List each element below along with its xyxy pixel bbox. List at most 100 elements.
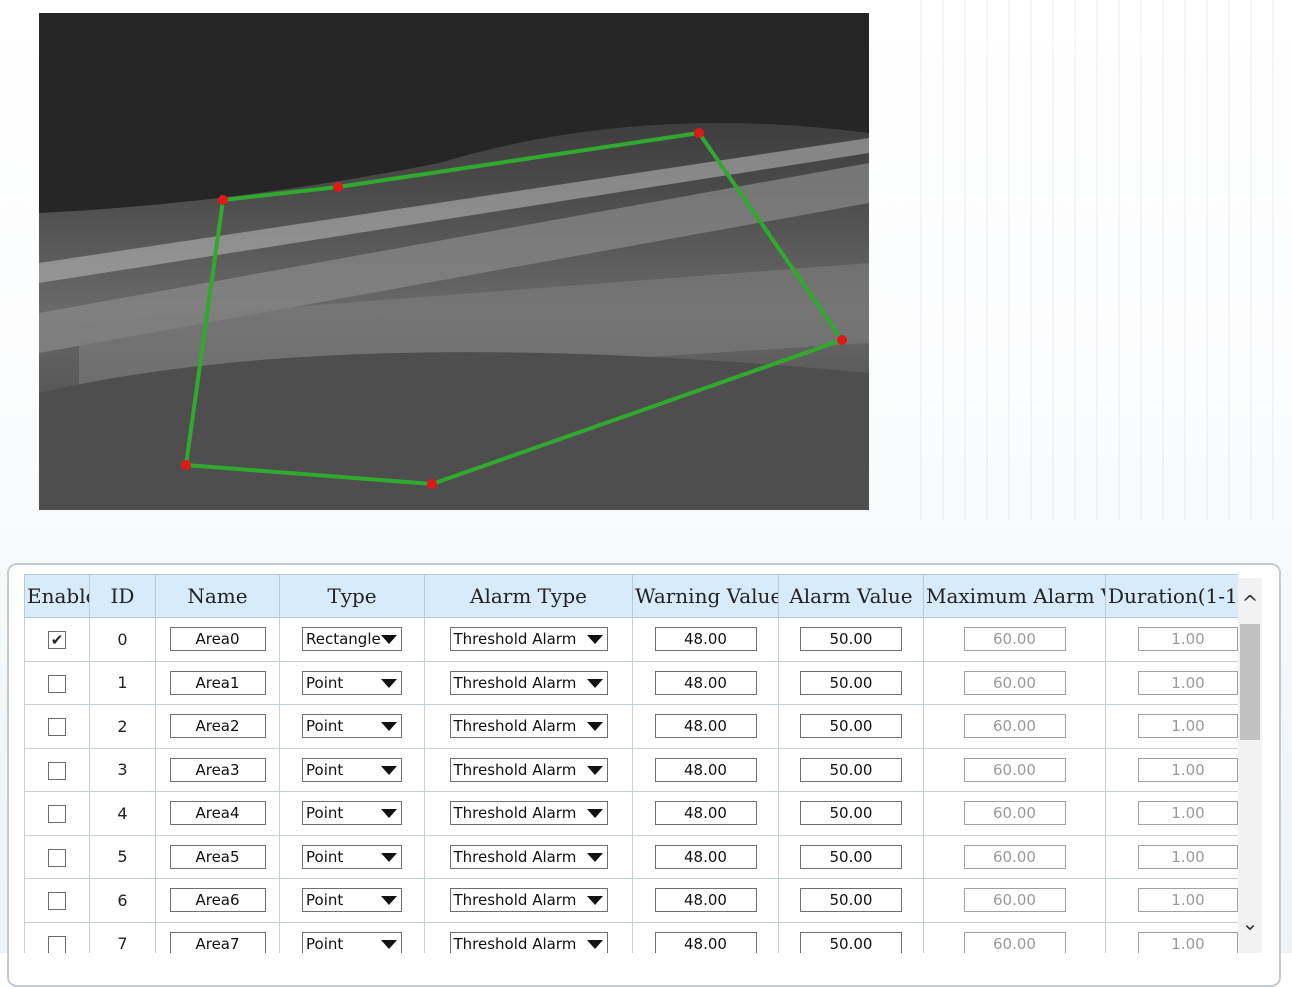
warning-value-input[interactable]: 48.00 <box>654 627 757 652</box>
enable-checkbox[interactable] <box>48 935 66 953</box>
name-cell: Area2 <box>155 704 280 749</box>
alarm-type-select[interactable]: Threshold Alarm <box>449 931 608 953</box>
warning-value-cell: 48.00 <box>632 791 779 836</box>
alarm-value-cell: 50.00 <box>778 617 924 662</box>
name-input[interactable]: Area1 <box>169 670 266 695</box>
alarm-type-select[interactable]: Threshold Alarm <box>449 888 608 913</box>
alarm-type-cell: Threshold Alarm <box>424 617 633 662</box>
duration-cell: 1.00 <box>1105 660 1238 705</box>
duration-input: 1.00 <box>1138 757 1238 782</box>
table-row: 3 Area3 Point Threshold Alarm 48.00 50.00 60.0… <box>24 747 1238 792</box>
enable-checkbox[interactable]: ✔ <box>48 631 66 649</box>
warning-value-input[interactable]: 48.00 <box>654 670 757 695</box>
enable-checkbox[interactable] <box>48 718 66 736</box>
enable-checkbox[interactable] <box>48 674 66 693</box>
alarm-type-cell: Threshold Alarm <box>424 878 633 923</box>
type-select[interactable]: Rectangle <box>302 627 402 652</box>
type-cell: Point <box>279 921 425 953</box>
warning-value-input[interactable]: 48.00 <box>654 844 757 869</box>
alarm-type-select[interactable]: Threshold Alarm <box>449 844 608 869</box>
name-input[interactable]: Area2 <box>169 714 266 739</box>
dropdown-arrow-icon <box>381 635 397 645</box>
type-cell: Point <box>279 791 425 836</box>
duration-cell: 1.00 <box>1105 791 1238 836</box>
type-select[interactable]: Point <box>302 757 402 782</box>
alarm-type-select[interactable]: Threshold Alarm <box>449 757 608 782</box>
dropdown-arrow-icon <box>586 939 603 949</box>
type-select[interactable]: Point <box>302 931 402 953</box>
header-type: Type <box>279 574 425 618</box>
warning-value-cell: 48.00 <box>632 617 779 662</box>
dropdown-arrow-icon <box>381 939 397 949</box>
alarm-value-input[interactable]: 50.00 <box>800 757 902 782</box>
id-cell: 1 <box>89 660 156 705</box>
alarm-value-cell: 50.00 <box>778 791 924 836</box>
table-scrollbar[interactable]: ^ ⌄ <box>1238 578 1262 953</box>
alarm-type-select[interactable]: Threshold Alarm <box>449 801 608 826</box>
warning-value-input[interactable]: 48.00 <box>654 714 757 739</box>
max-alarm-value-cell: 60.00 <box>923 834 1106 879</box>
alarm-type-select[interactable]: Threshold Alarm <box>449 670 608 695</box>
name-cell: Area6 <box>155 878 280 923</box>
alarm-value-input[interactable]: 50.00 <box>800 670 902 695</box>
warning-value-input[interactable]: 48.00 <box>654 931 757 953</box>
warning-value-cell: 48.00 <box>632 704 779 749</box>
type-select[interactable]: Point <box>302 844 402 869</box>
name-input[interactable]: Area6 <box>169 888 266 913</box>
duration-input: 1.00 <box>1138 670 1238 695</box>
name-input[interactable]: Area7 <box>169 931 266 953</box>
enable-checkbox[interactable] <box>48 761 66 780</box>
name-cell: Area7 <box>155 921 280 953</box>
roi-vertex[interactable] <box>427 479 437 489</box>
roi-vertex[interactable] <box>694 128 704 138</box>
alarm-value-input[interactable]: 50.00 <box>800 844 902 869</box>
type-select[interactable]: Point <box>302 670 402 695</box>
name-input[interactable]: Area4 <box>169 801 266 826</box>
dropdown-arrow-icon <box>586 765 603 775</box>
thermal-video-preview[interactable] <box>39 13 869 510</box>
name-input[interactable]: Area0 <box>169 627 266 652</box>
max-alarm-value-cell: 60.00 <box>923 878 1106 923</box>
alarm-value-input[interactable]: 50.00 <box>800 888 902 913</box>
roi-vertex[interactable] <box>218 195 228 205</box>
alarm-value-input[interactable]: 50.00 <box>800 627 902 652</box>
alarm-value-input[interactable]: 50.00 <box>800 931 902 953</box>
duration-input: 1.00 <box>1138 931 1238 953</box>
chevron-down-icon[interactable]: ⌄ <box>1238 908 1262 938</box>
max-alarm-value-cell: 60.00 <box>923 921 1106 953</box>
alarm-type-cell: Threshold Alarm <box>424 704 633 749</box>
chevron-up-icon[interactable]: ^ <box>1238 588 1262 618</box>
enable-checkbox[interactable] <box>48 805 66 823</box>
roi-vertex[interactable] <box>333 182 343 192</box>
video-canvas[interactable] <box>39 13 869 510</box>
type-value: Point <box>306 673 344 692</box>
id-cell: 7 <box>89 921 156 953</box>
alarm-value-input[interactable]: 50.00 <box>800 714 902 739</box>
duration-input: 1.00 <box>1138 714 1238 739</box>
alarm-value-cell: 50.00 <box>778 834 924 879</box>
table-row: 6 Area6 Point Threshold Alarm 48.00 50.00 60.0… <box>24 878 1238 923</box>
alarm-type-cell: Threshold Alarm <box>424 660 633 705</box>
alarm-type-select[interactable]: Threshold Alarm <box>449 627 608 652</box>
type-select[interactable]: Point <box>302 714 402 739</box>
warning-value-input[interactable]: 48.00 <box>654 757 757 782</box>
roi-vertex[interactable] <box>837 335 847 345</box>
warning-value-input[interactable]: 48.00 <box>654 888 757 913</box>
alarm-value-input[interactable]: 50.00 <box>800 801 902 826</box>
duration-input: 1.00 <box>1138 627 1238 652</box>
alarm-type-value: Threshold Alarm <box>453 630 577 649</box>
warning-value-input[interactable]: 48.00 <box>654 801 757 826</box>
alarm-value-cell: 50.00 <box>778 878 924 923</box>
max-alarm-value-cell: 60.00 <box>923 791 1106 836</box>
type-select[interactable]: Point <box>302 888 402 913</box>
duration-input: 1.00 <box>1138 844 1238 869</box>
enable-checkbox[interactable] <box>48 848 66 867</box>
enable-checkbox[interactable] <box>48 892 66 910</box>
roi-vertex[interactable] <box>181 460 191 470</box>
name-input[interactable]: Area3 <box>169 757 266 782</box>
name-cell: Area4 <box>155 791 280 836</box>
alarm-type-select[interactable]: Threshold Alarm <box>449 714 608 739</box>
name-input[interactable]: Area5 <box>169 844 266 869</box>
scrollbar-thumb[interactable] <box>1240 624 1260 740</box>
type-select[interactable]: Point <box>302 801 402 826</box>
